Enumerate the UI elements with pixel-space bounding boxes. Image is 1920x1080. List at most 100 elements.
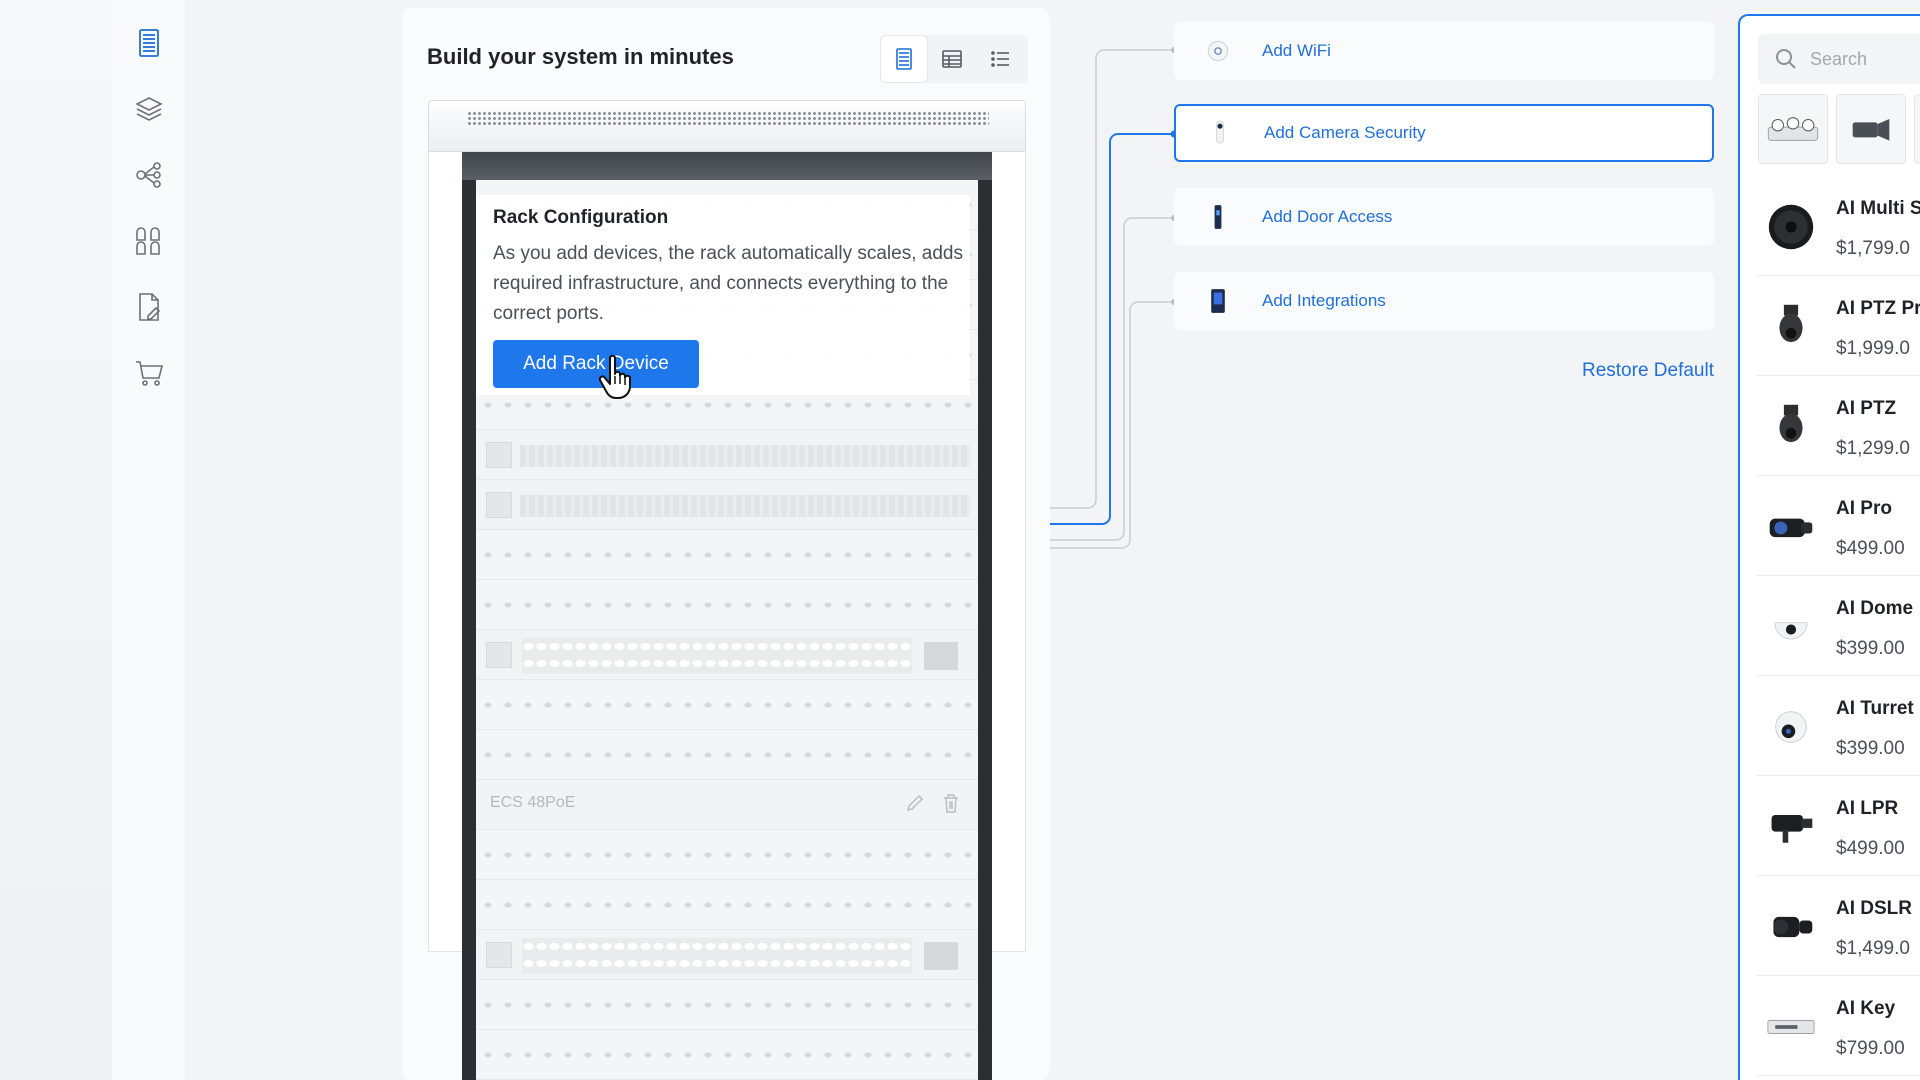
selected-rack-unit[interactable]: ECS 48PoE (476, 780, 978, 830)
switch-ports (522, 638, 912, 674)
turret-camera-icon (1764, 700, 1818, 754)
product-price: $399.00 (1836, 738, 1905, 759)
rack-unit[interactable] (476, 980, 978, 1030)
product-item[interactable]: AI Turret $399.00 (1756, 676, 1920, 776)
product-name: AI PTZ Pr (1836, 298, 1920, 319)
rack-config-card: Rack Configuration As you add devices, t… (476, 195, 970, 395)
product-name: AI Turret (1836, 698, 1914, 719)
edit-icon[interactable] (904, 792, 926, 814)
product-item[interactable]: AI PTZ Pr $1,999.0 (1756, 276, 1920, 376)
ptz-camera-icon (1764, 400, 1818, 454)
dslr-camera-icon (1764, 900, 1818, 954)
product-price: $1,499.0 (1836, 938, 1910, 959)
rack-unit[interactable] (476, 880, 978, 930)
wifi-ap-icon (1198, 31, 1238, 71)
list-view-button[interactable] (976, 35, 1024, 83)
add-door-access-item[interactable]: Add Door Access (1174, 188, 1714, 246)
category-more[interactable] (1914, 94, 1920, 164)
restore-default-link[interactable]: Restore Default (1560, 360, 1714, 382)
search-input[interactable] (1810, 44, 1920, 74)
add-camera-security-label: Add Camera Security (1264, 123, 1426, 142)
switch-port (486, 942, 512, 968)
rack-unit-label: ECS 48PoE (490, 794, 576, 811)
rack-view-button[interactable] (880, 35, 928, 83)
rack-unit[interactable] (476, 1030, 978, 1080)
bullet-camera-icon (1852, 119, 1890, 141)
rack-unit[interactable] (476, 680, 978, 730)
switch-unit[interactable] (476, 930, 978, 980)
list-view-icon (991, 51, 1009, 67)
trash-icon[interactable] (940, 792, 962, 814)
product-item[interactable]: AI Multi S $1,799.0 (1756, 176, 1920, 276)
product-item[interactable]: AI Key $799.00 (1756, 976, 1920, 1076)
add-door-access-label: Add Door Access (1262, 207, 1393, 226)
add-camera-security-item[interactable]: Add Camera Security (1174, 104, 1714, 162)
switch-unit[interactable] (476, 630, 978, 680)
add-wifi-item[interactable]: Add WiFi (1174, 22, 1714, 80)
category-bullet[interactable] (1836, 94, 1906, 164)
product-name: AI LPR (1836, 798, 1899, 819)
door-reader-icon (1198, 197, 1238, 237)
product-price: $1,299.0 (1836, 438, 1910, 459)
rack-unit[interactable] (476, 730, 978, 780)
rack-vent (467, 111, 989, 125)
product-item[interactable]: AI Pro $499.00 (1756, 476, 1920, 576)
panel-port (486, 492, 512, 518)
table-view-icon (942, 50, 962, 68)
ai-key-icon (1764, 1000, 1818, 1054)
pro-camera-icon (1764, 500, 1818, 554)
product-name: AI DSLR (1836, 898, 1912, 919)
search-box[interactable] (1758, 34, 1920, 84)
topology-icon[interactable] (134, 160, 164, 190)
product-price: $399.00 (1836, 638, 1905, 659)
rack-unit[interactable] (476, 580, 978, 630)
product-name: AI Pro (1836, 498, 1892, 519)
panel-strip (520, 445, 970, 467)
product-price: $1,999.0 (1836, 338, 1910, 359)
lpr-camera-icon (1764, 800, 1818, 854)
product-price: $499.00 (1836, 538, 1905, 559)
rack-icon[interactable] (134, 28, 164, 58)
rack-config-description: As you add devices, the rack automatical… (493, 243, 963, 324)
rack-unit-actions (904, 792, 962, 814)
category-multi-sensor[interactable] (1758, 94, 1828, 164)
switch-sfp (924, 942, 958, 970)
rack-top-panel (428, 100, 1026, 152)
product-name: AI Dome (1836, 598, 1914, 619)
product-item[interactable]: AI DSLR $1,499.0 (1756, 876, 1920, 976)
product-price: $799.00 (1836, 1038, 1905, 1059)
rack-unit[interactable] (476, 830, 978, 880)
panel-port (486, 442, 512, 468)
product-item[interactable]: AI PTZ $1,299.0 (1756, 376, 1920, 476)
rack-view-icon (896, 48, 912, 70)
patch-panel-unit[interactable] (476, 480, 978, 530)
document-edit-icon[interactable] (134, 292, 164, 322)
multi-sensor-camera-icon (1767, 117, 1819, 141)
view-toggle (880, 35, 1028, 83)
left-gutter (0, 0, 112, 1080)
panel-strip (520, 495, 970, 517)
rack-frame-top (462, 152, 992, 180)
floorplan-icon[interactable] (134, 226, 164, 256)
add-wifi-label: Add WiFi (1262, 41, 1331, 60)
add-integrations-label: Add Integrations (1262, 291, 1386, 310)
table-view-button[interactable] (928, 35, 976, 83)
dome-camera-icon (1764, 600, 1818, 654)
multi-sensor-icon (1764, 200, 1818, 254)
patch-panel-unit[interactable] (476, 430, 978, 480)
switch-sfp (924, 642, 958, 670)
layers-icon[interactable] (134, 94, 164, 124)
connector-lines (1050, 47, 1178, 549)
product-item[interactable]: AI Dome $399.00 (1756, 576, 1920, 676)
switch-port (486, 642, 512, 668)
product-item[interactable]: AI LPR $499.00 (1756, 776, 1920, 876)
product-name: AI Multi S (1836, 198, 1920, 219)
add-integrations-item[interactable]: Add Integrations (1174, 272, 1714, 330)
search-icon (1776, 49, 1796, 69)
sidebar (112, 0, 186, 1080)
rack-config-title: Rack Configuration (493, 207, 669, 228)
rack-unit[interactable] (476, 530, 978, 580)
cart-icon[interactable] (134, 358, 164, 388)
product-price: $499.00 (1836, 838, 1905, 859)
integrations-panel-icon (1198, 281, 1238, 321)
